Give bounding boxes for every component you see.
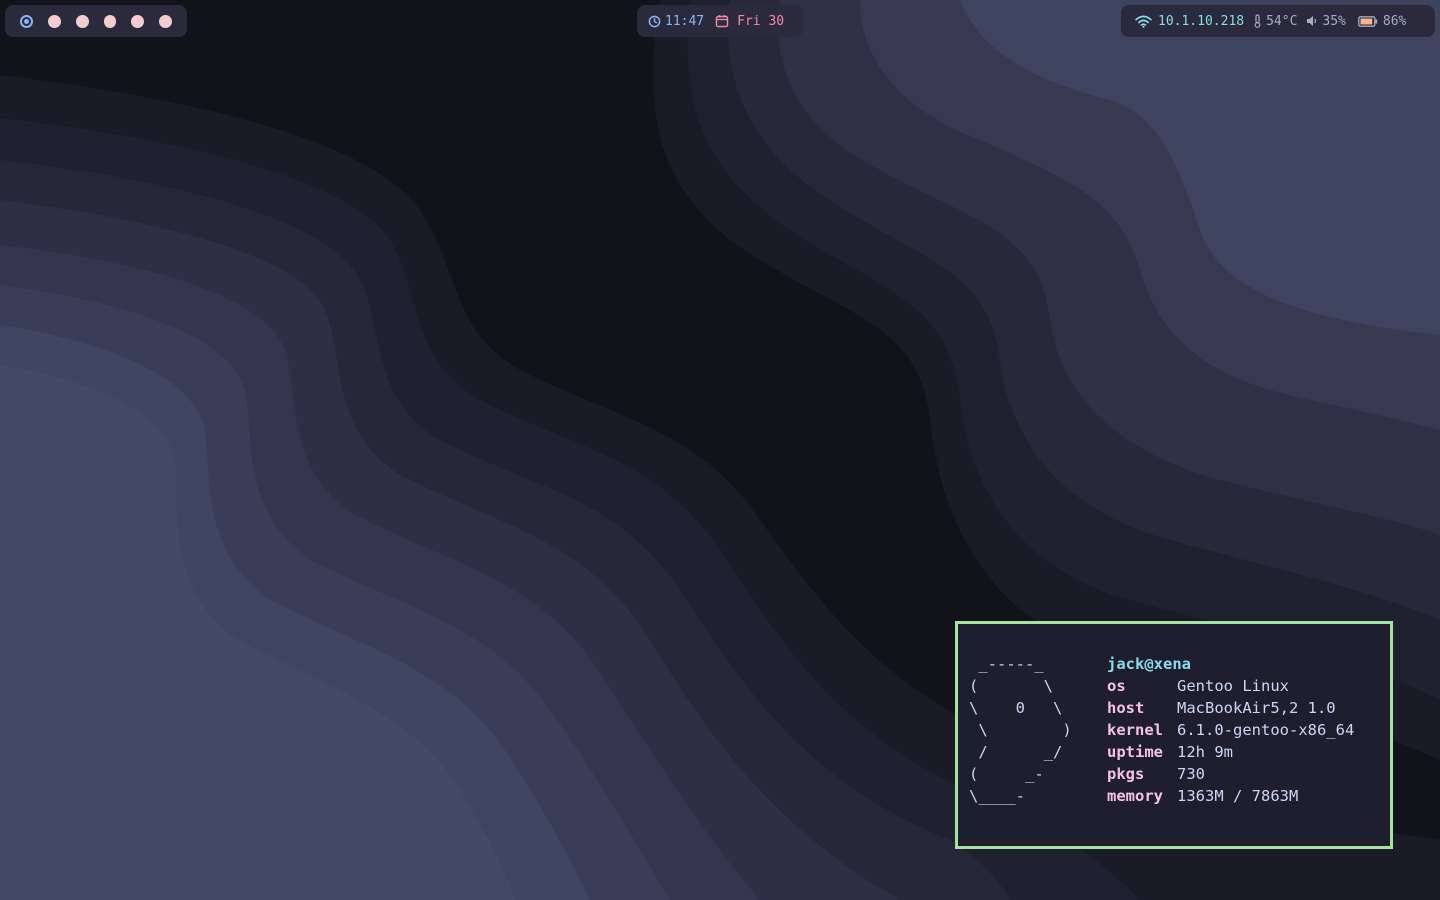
workspace-1-button[interactable] <box>20 14 33 28</box>
clock-widget[interactable]: 11:47 Fri 30 <box>637 5 803 37</box>
system-info: jack@xena os Gentoo Linux host MacBookAi… <box>1107 653 1354 807</box>
info-value: 6.1.0-gentoo-x86_64 <box>1177 721 1355 739</box>
network-ip: 10.1.10.218 <box>1158 13 1245 29</box>
system-status: 10.1.10.218 54°C 35% 86% <box>1121 5 1435 37</box>
battery-icon <box>1358 15 1378 27</box>
workspace-6-button[interactable] <box>159 14 173 28</box>
info-value: 12h 9m <box>1177 743 1233 761</box>
workspace-switcher <box>5 5 187 37</box>
thermometer-icon <box>1253 14 1262 28</box>
clock-time: 11:47 <box>665 13 705 29</box>
info-value: Gentoo Linux <box>1177 677 1289 695</box>
workspace-4-button[interactable] <box>103 14 117 28</box>
info-key: os <box>1107 677 1126 695</box>
wifi-icon[interactable] <box>1135 15 1152 28</box>
workspace-2-button[interactable] <box>47 14 61 28</box>
info-row-kernel: kernel 6.1.0-gentoo-x86_64 <box>1107 719 1354 741</box>
info-key: host <box>1107 699 1145 717</box>
info-row-host: host MacBookAir5,2 1.0 <box>1107 697 1354 719</box>
clock-icon <box>648 15 661 28</box>
info-row-memory: memory 1363M / 7863M <box>1107 785 1354 807</box>
volume-level: 35% <box>1322 13 1346 29</box>
info-key: memory <box>1107 787 1163 805</box>
workspace-5-button[interactable] <box>131 14 145 28</box>
info-row-os: os Gentoo Linux <box>1107 675 1354 697</box>
info-value: 730 <box>1177 765 1205 783</box>
workspace-3-button[interactable] <box>75 14 89 28</box>
clock-date: Fri 30 <box>737 13 785 29</box>
gentoo-ascii-logo: _-----_ ( \ \ 0 \ \ ) / _/ ( _- \____- <box>969 655 1072 805</box>
terminal-window[interactable]: _-----_ ( \ \ 0 \ \ ) / _/ ( _- \____- j… <box>955 621 1393 849</box>
info-key: uptime <box>1107 743 1163 761</box>
speaker-icon[interactable] <box>1306 15 1318 27</box>
info-row-uptime: uptime 12h 9m <box>1107 741 1354 763</box>
info-row-pkgs: pkgs 730 <box>1107 763 1354 785</box>
user-host: jack@xena <box>1107 655 1191 673</box>
calendar-icon <box>715 14 729 28</box>
battery-level: 86% <box>1382 13 1407 29</box>
info-value: 1363M / 7863M <box>1177 787 1299 805</box>
info-key: pkgs <box>1107 765 1145 783</box>
info-key: kernel <box>1107 721 1163 739</box>
info-value: MacBookAir5,2 1.0 <box>1177 699 1336 717</box>
cpu-temperature: 54°C <box>1266 13 1298 29</box>
